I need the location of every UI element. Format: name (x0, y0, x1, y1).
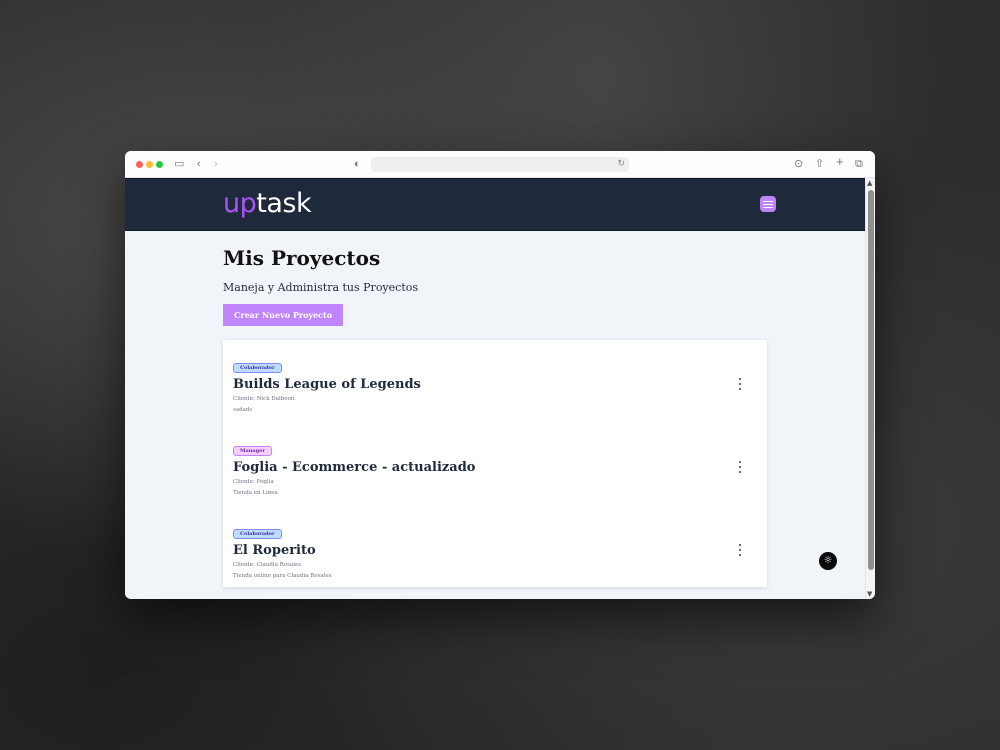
page-scrollbar[interactable]: ▲ ▼ (865, 178, 875, 599)
page-subtitle: Maneja y Administra tus Proyectos (223, 281, 419, 294)
project-client: Cliente: Nick Dalboon (233, 396, 295, 402)
role-badge: Manager (233, 446, 272, 456)
project-client: Cliente: Claudia Rosales (233, 562, 302, 568)
app-header: uptask (125, 178, 865, 231)
more-options-icon[interactable] (737, 461, 743, 473)
reload-icon[interactable]: ↻ (617, 158, 625, 169)
scroll-down-icon[interactable]: ▼ (867, 590, 872, 598)
project-item[interactable]: Colaborador El Roperito Cliente: Claudia… (233, 520, 757, 599)
browser-window: ▭ ‹ › ◐ ↻ ⊙ ⇧ + ⧉ uptask Mis Proyectos M… (125, 151, 875, 599)
project-item[interactable]: Manager Foglia - Ecommerce - actualizado… (233, 437, 757, 520)
more-options-icon[interactable] (737, 544, 743, 556)
privacy-shield-icon[interactable]: ◐ (354, 157, 361, 171)
logo-suffix: task (256, 188, 312, 219)
logo-prefix: up (223, 188, 257, 219)
project-item[interactable]: Colaborador Builds League of Legends Cli… (233, 354, 757, 437)
hamburger-menu-icon[interactable] (760, 196, 776, 212)
address-bar[interactable]: ↻ (371, 157, 629, 172)
project-description: sadads (233, 407, 253, 413)
main-content: Mis Proyectos Maneja y Administra tus Pr… (223, 246, 767, 587)
project-client: Cliente: Foglia (233, 479, 274, 485)
create-project-button[interactable]: Crear Nuevo Proyecto (223, 304, 344, 326)
scroll-up-icon[interactable]: ▲ (867, 179, 872, 187)
theme-toggle-icon[interactable]: ☼ (819, 552, 837, 570)
close-window-button[interactable] (136, 161, 143, 168)
more-options-icon[interactable] (737, 378, 743, 390)
role-badge: Colaborador (233, 363, 282, 373)
download-icon[interactable]: ⊙ (794, 157, 803, 171)
share-icon[interactable]: ⇧ (815, 157, 824, 171)
browser-toolbar: ▭ ‹ › ◐ ↻ ⊙ ⇧ + ⧉ (125, 151, 875, 178)
project-name[interactable]: Builds League of Legends (233, 377, 757, 392)
tab-overview-icon[interactable]: ⧉ (855, 157, 863, 171)
project-description: Tienda en Linea (233, 490, 278, 496)
project-name[interactable]: Foglia - Ecommerce - actualizado (233, 460, 757, 475)
projects-list: Colaborador Builds League of Legends Cli… (223, 340, 767, 587)
scroll-thumb[interactable] (868, 190, 874, 570)
uptask-logo[interactable]: uptask (223, 188, 312, 219)
sidebar-icon[interactable]: ▭ (174, 157, 184, 171)
project-description: Tienda online para Claudia Rosales (233, 573, 332, 579)
maximize-window-button[interactable] (156, 161, 163, 168)
back-icon[interactable]: ‹ (197, 157, 201, 171)
role-badge: Colaborador (233, 529, 282, 539)
forward-icon[interactable]: › (214, 157, 218, 171)
minimize-window-button[interactable] (146, 161, 153, 168)
new-tab-icon[interactable]: + (836, 155, 844, 169)
project-name[interactable]: El Roperito (233, 543, 757, 558)
page-title: Mis Proyectos (223, 246, 381, 270)
app-page: uptask Mis Proyectos Maneja y Administra… (125, 178, 865, 599)
